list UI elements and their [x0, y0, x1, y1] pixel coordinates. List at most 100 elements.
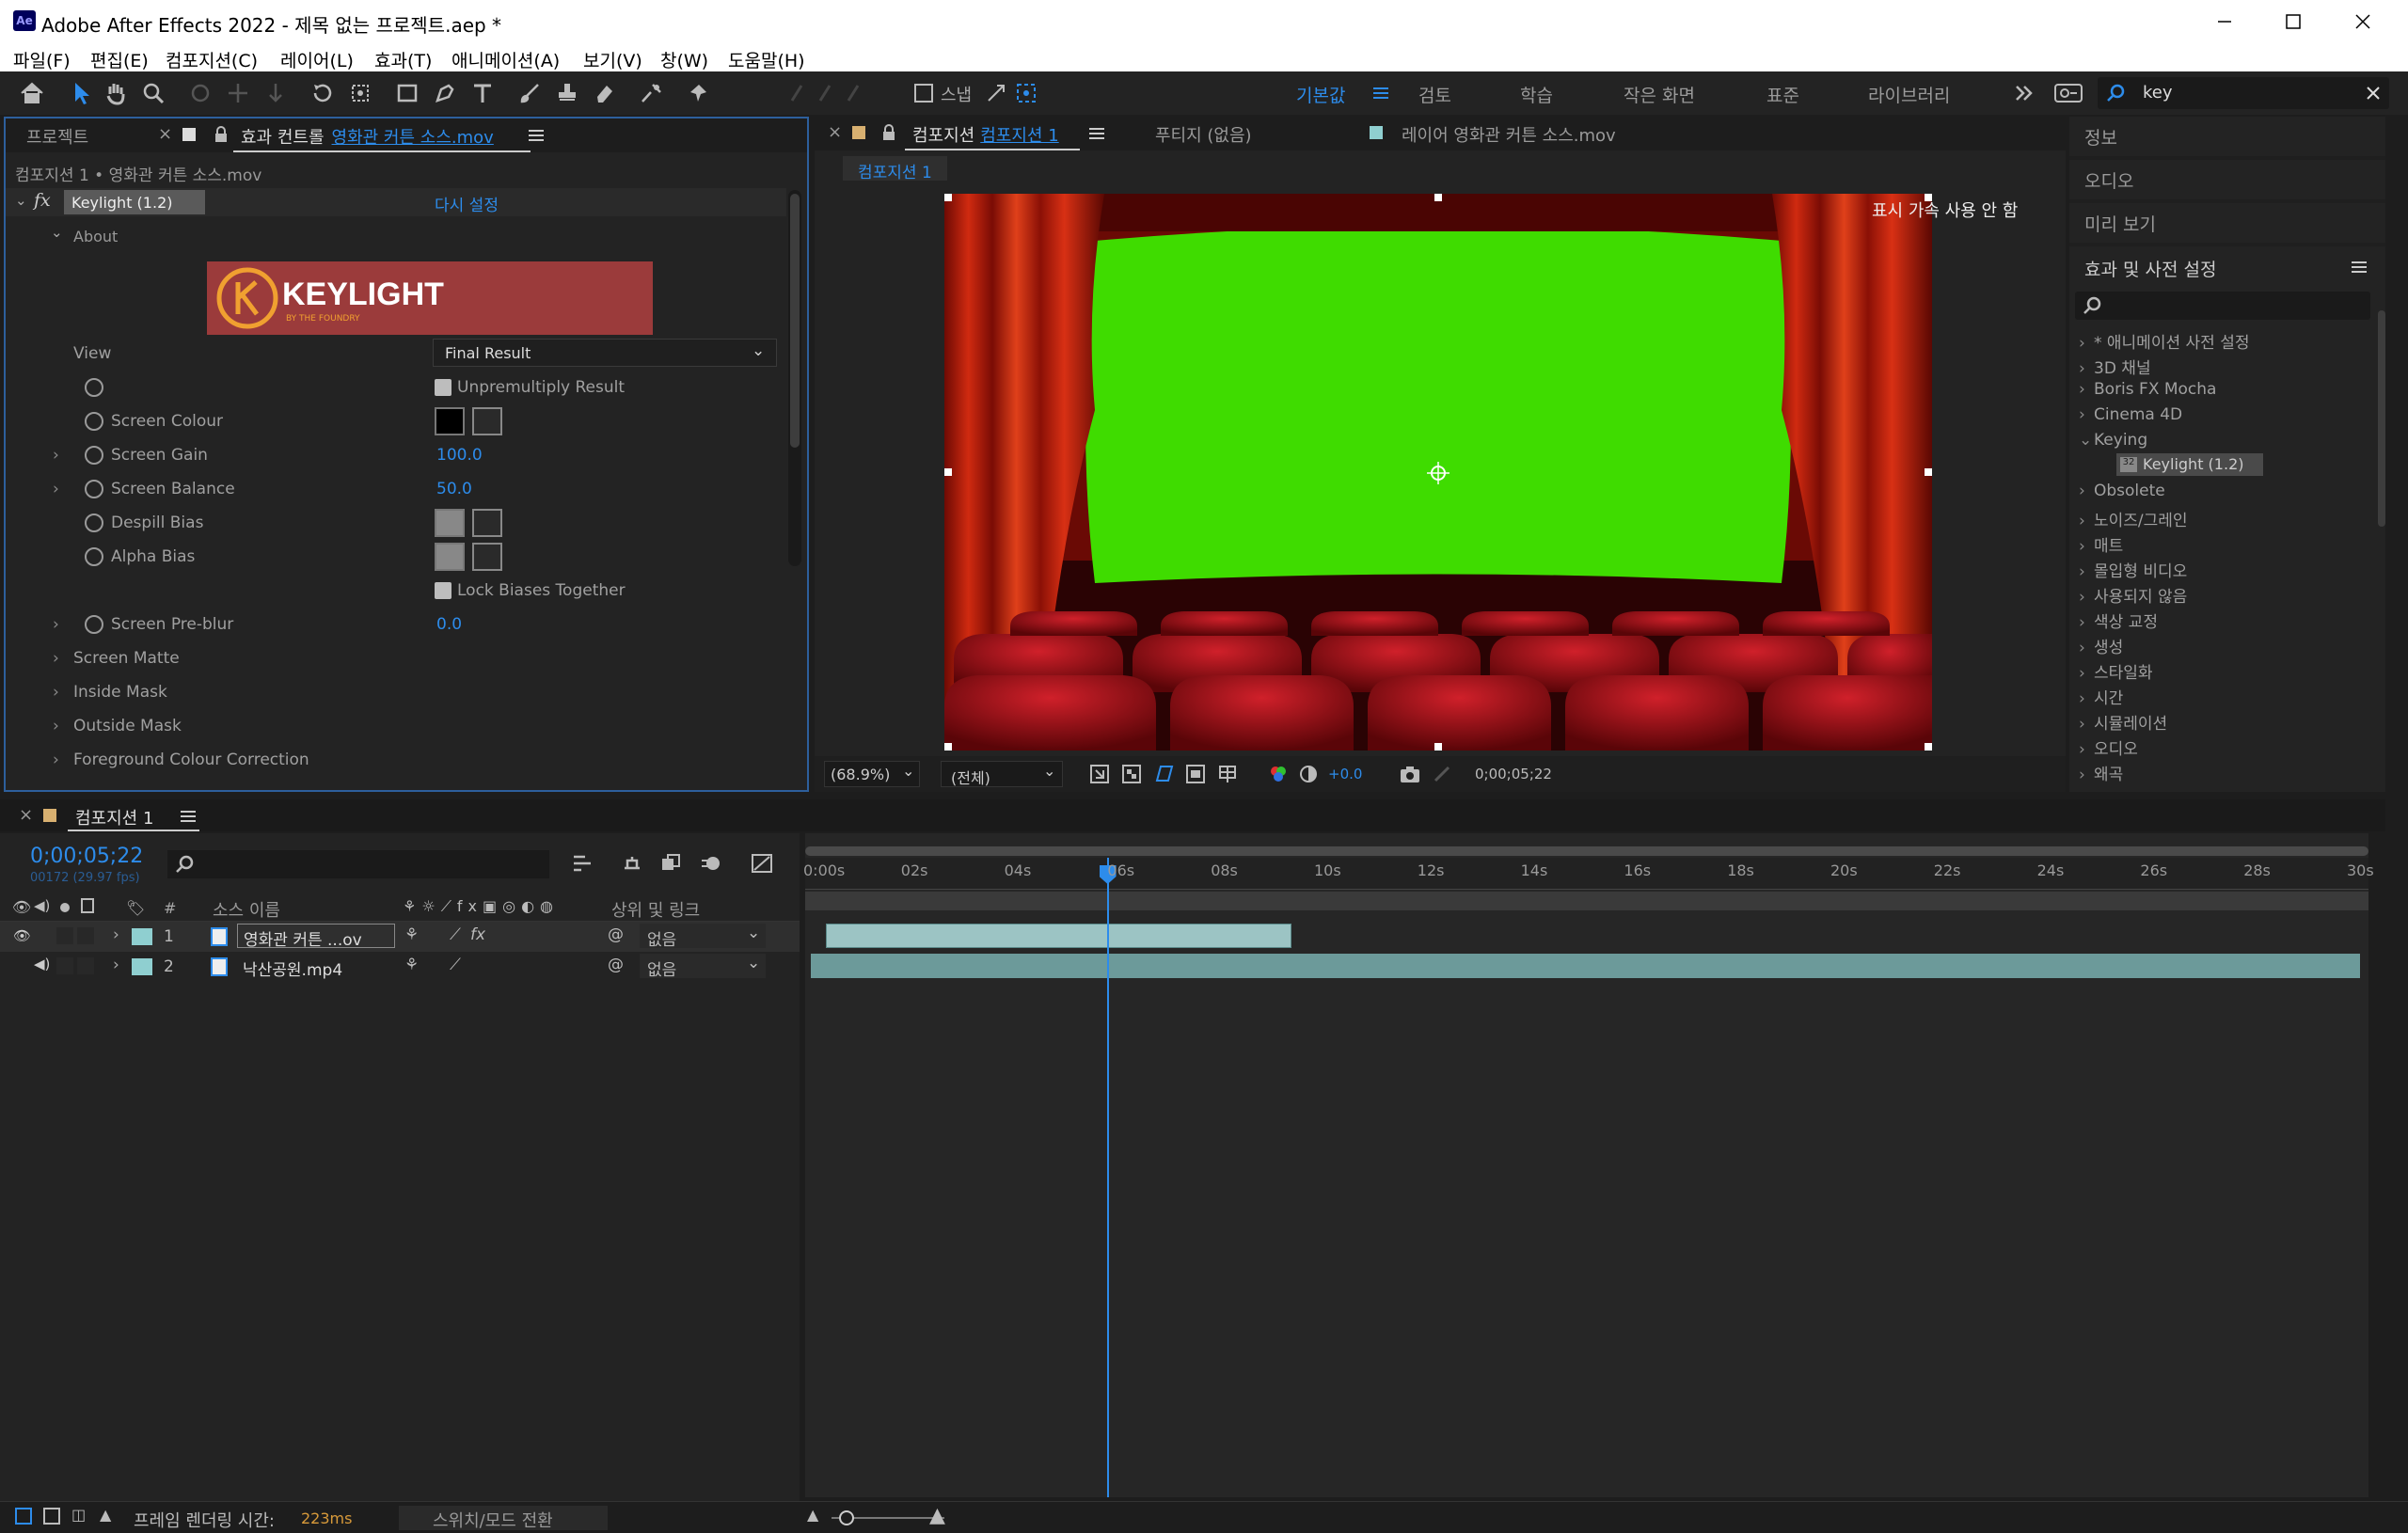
expand-arrow-icon[interactable]: ›: [53, 751, 59, 769]
workspace-review[interactable]: 검토: [1418, 82, 1451, 107]
in-out-toggle-icon[interactable]: ◫: [71, 1506, 86, 1524]
despill-bias-eyedropper-icon[interactable]: [472, 509, 502, 537]
screen-colour-eyedropper-icon[interactable]: [472, 407, 502, 435]
workspace-libraries[interactable]: 라이브러리: [1868, 82, 1950, 107]
selection-tool-icon[interactable]: [68, 79, 96, 107]
screen-preblur-value[interactable]: 0.0: [436, 615, 462, 634]
lock-icon[interactable]: [213, 124, 230, 145]
expand-arrow-icon[interactable]: ›: [53, 649, 59, 668]
playhead-line[interactable]: [1106, 858, 1109, 1497]
screen-matte-group[interactable]: › Screen Matte: [6, 641, 786, 675]
stopwatch-icon[interactable]: [85, 547, 103, 566]
workspace-learn[interactable]: 학습: [1520, 82, 1553, 107]
tab-layer[interactable]: 레이어 영화관 커튼 소스.mov: [1402, 122, 1616, 147]
tab-close-icon[interactable]: ×: [158, 124, 172, 144]
outside-mask-group[interactable]: › Outside Mask: [6, 709, 786, 743]
magnification-dropdown[interactable]: (68.9%) ⌄: [824, 761, 920, 787]
clone-stamp-tool-icon[interactable]: [553, 79, 581, 107]
alpha-bias-eyedropper-icon[interactable]: [472, 543, 502, 571]
effect-category-3d-channel[interactable]: › 3D 채널: [2079, 355, 2151, 378]
hand-tool-icon[interactable]: [102, 79, 130, 107]
composition-chip[interactable]: 컴포지션 1: [843, 156, 947, 182]
help-search-field[interactable]: key: [2098, 77, 2389, 109]
composition-canvas[interactable]: [944, 194, 1932, 751]
tab-close-icon[interactable]: ×: [828, 122, 842, 142]
effect-category-obsolete[interactable]: › Obsolete: [2079, 482, 2165, 500]
about-arrow-icon[interactable]: ⌄: [51, 224, 63, 241]
stopwatch-icon[interactable]: [85, 514, 103, 532]
pen-tool-icon[interactable]: [431, 79, 459, 107]
effect-category-boris-fx-mocha[interactable]: › Boris FX Mocha: [2079, 380, 2216, 399]
zoom-slider[interactable]: [832, 1510, 944, 1525]
menu-animation[interactable]: 애니메이션(A): [452, 47, 560, 72]
lock-biases-checkbox[interactable]: [435, 582, 452, 599]
menu-edit[interactable]: 편집(E): [90, 47, 149, 72]
effects-scrollbar[interactable]: [2378, 310, 2385, 527]
unpremultiply-checkbox[interactable]: [435, 379, 452, 396]
layer-label-color[interactable]: [132, 958, 152, 975]
quality-switch-icon[interactable]: ⟋: [450, 925, 461, 944]
layer-2-duration-bar[interactable]: [811, 954, 2360, 978]
fx-icon[interactable]: fx: [34, 190, 51, 211]
zoom-out-icon[interactable]: ▲: [807, 1506, 818, 1524]
view-dropdown[interactable]: Final Result ⌄: [433, 339, 777, 367]
rotation-tool-icon[interactable]: [309, 79, 337, 107]
shy-switch-icon[interactable]: ⚘: [404, 925, 419, 944]
solo-toggle-slot[interactable]: [77, 927, 94, 944]
home-icon[interactable]: [17, 79, 47, 107]
effect-category-generate[interactable]: › 생성: [2079, 634, 2123, 657]
layer-source-name[interactable]: 낙산공원.mp4: [243, 956, 342, 980]
layer-row-2[interactable]: ◀) › 2 낙산공원.mp4 ⚘ ⟋ @ 없음 ⌄: [0, 952, 800, 982]
lock-toggle-slot[interactable]: [77, 957, 94, 974]
source-name-header[interactable]: 소스 이름: [213, 897, 280, 922]
toggle-switches-modes-button[interactable]: 스위치/모드 전환: [399, 1506, 608, 1531]
eraser-tool-icon[interactable]: [591, 79, 619, 107]
alpha-bias-swatch[interactable]: [435, 543, 465, 571]
effect-category-matte[interactable]: › 매트: [2079, 532, 2123, 556]
parent-pickwhip-icon[interactable]: @: [608, 925, 624, 944]
mask-visibility-icon[interactable]: [1151, 762, 1176, 786]
tab-footage[interactable]: 푸티지 (없음): [1155, 122, 1252, 147]
reset-exposure-icon[interactable]: [1296, 762, 1321, 786]
effect-category-deprecated[interactable]: › 사용되지 않음: [2079, 583, 2187, 607]
stopwatch-icon[interactable]: [85, 615, 103, 634]
effect-category-color-correction[interactable]: › 색상 교정: [2079, 608, 2158, 632]
menu-layer[interactable]: 레이어(L): [280, 47, 354, 72]
shy-layers-icon[interactable]: [619, 850, 645, 877]
collapse-arrow-icon[interactable]: ⌄: [15, 192, 27, 209]
clear-search-icon[interactable]: [2363, 83, 2384, 103]
workspace-overflow-icon[interactable]: [2011, 79, 2037, 107]
menu-composition[interactable]: 컴포지션(C): [166, 47, 258, 72]
graph-editor-icon[interactable]: [749, 850, 775, 877]
expand-arrow-icon[interactable]: ›: [113, 925, 119, 944]
color-channels-icon[interactable]: [1266, 762, 1291, 786]
current-time-display[interactable]: 0;00;05;22: [30, 845, 143, 868]
snapshot-camera-icon[interactable]: [1398, 762, 1422, 786]
info-panel-header[interactable]: 정보: [2069, 117, 2385, 156]
audio-toggle-slot[interactable]: [56, 927, 73, 944]
effect-switch-icon[interactable]: fx: [470, 925, 485, 944]
workspace-default[interactable]: 기본값: [1296, 82, 1345, 107]
effect-category-cinema-4d[interactable]: › Cinema 4D: [2079, 405, 2182, 424]
zoom-in-icon[interactable]: ▲: [929, 1504, 945, 1527]
effect-category-animation-presets[interactable]: › * 애니메이션 사전 설정: [2079, 329, 2249, 353]
panel-menu-icon[interactable]: [2348, 258, 2370, 277]
maximize-icon[interactable]: [2279, 8, 2307, 36]
render-time-toggle-icon[interactable]: ▲: [100, 1506, 111, 1524]
parent-link-header[interactable]: 상위 및 링크: [611, 897, 700, 922]
menu-help[interactable]: 도움말(H): [728, 47, 805, 72]
workspace-standard[interactable]: 표준: [1766, 82, 1799, 107]
panel-menu-icon[interactable]: [177, 807, 199, 826]
preview-panel-header[interactable]: 미리 보기: [2069, 203, 2385, 243]
despill-bias-swatch[interactable]: [435, 509, 465, 537]
snap-checkbox[interactable]: [914, 84, 933, 103]
composition-flowchart-icon[interactable]: [570, 850, 596, 877]
screen-balance-value[interactable]: 50.0: [436, 480, 472, 498]
stopwatch-icon[interactable]: [85, 378, 103, 397]
expand-arrow-icon[interactable]: ›: [53, 615, 59, 634]
time-ruler[interactable]: [805, 858, 2368, 890]
screen-colour-swatch[interactable]: [435, 407, 465, 435]
quality-switch-icon[interactable]: ⟋: [450, 956, 461, 974]
viewer-timecode[interactable]: 0;00;05;22: [1475, 766, 1552, 782]
layer-1-duration-bar[interactable]: [826, 924, 1291, 948]
